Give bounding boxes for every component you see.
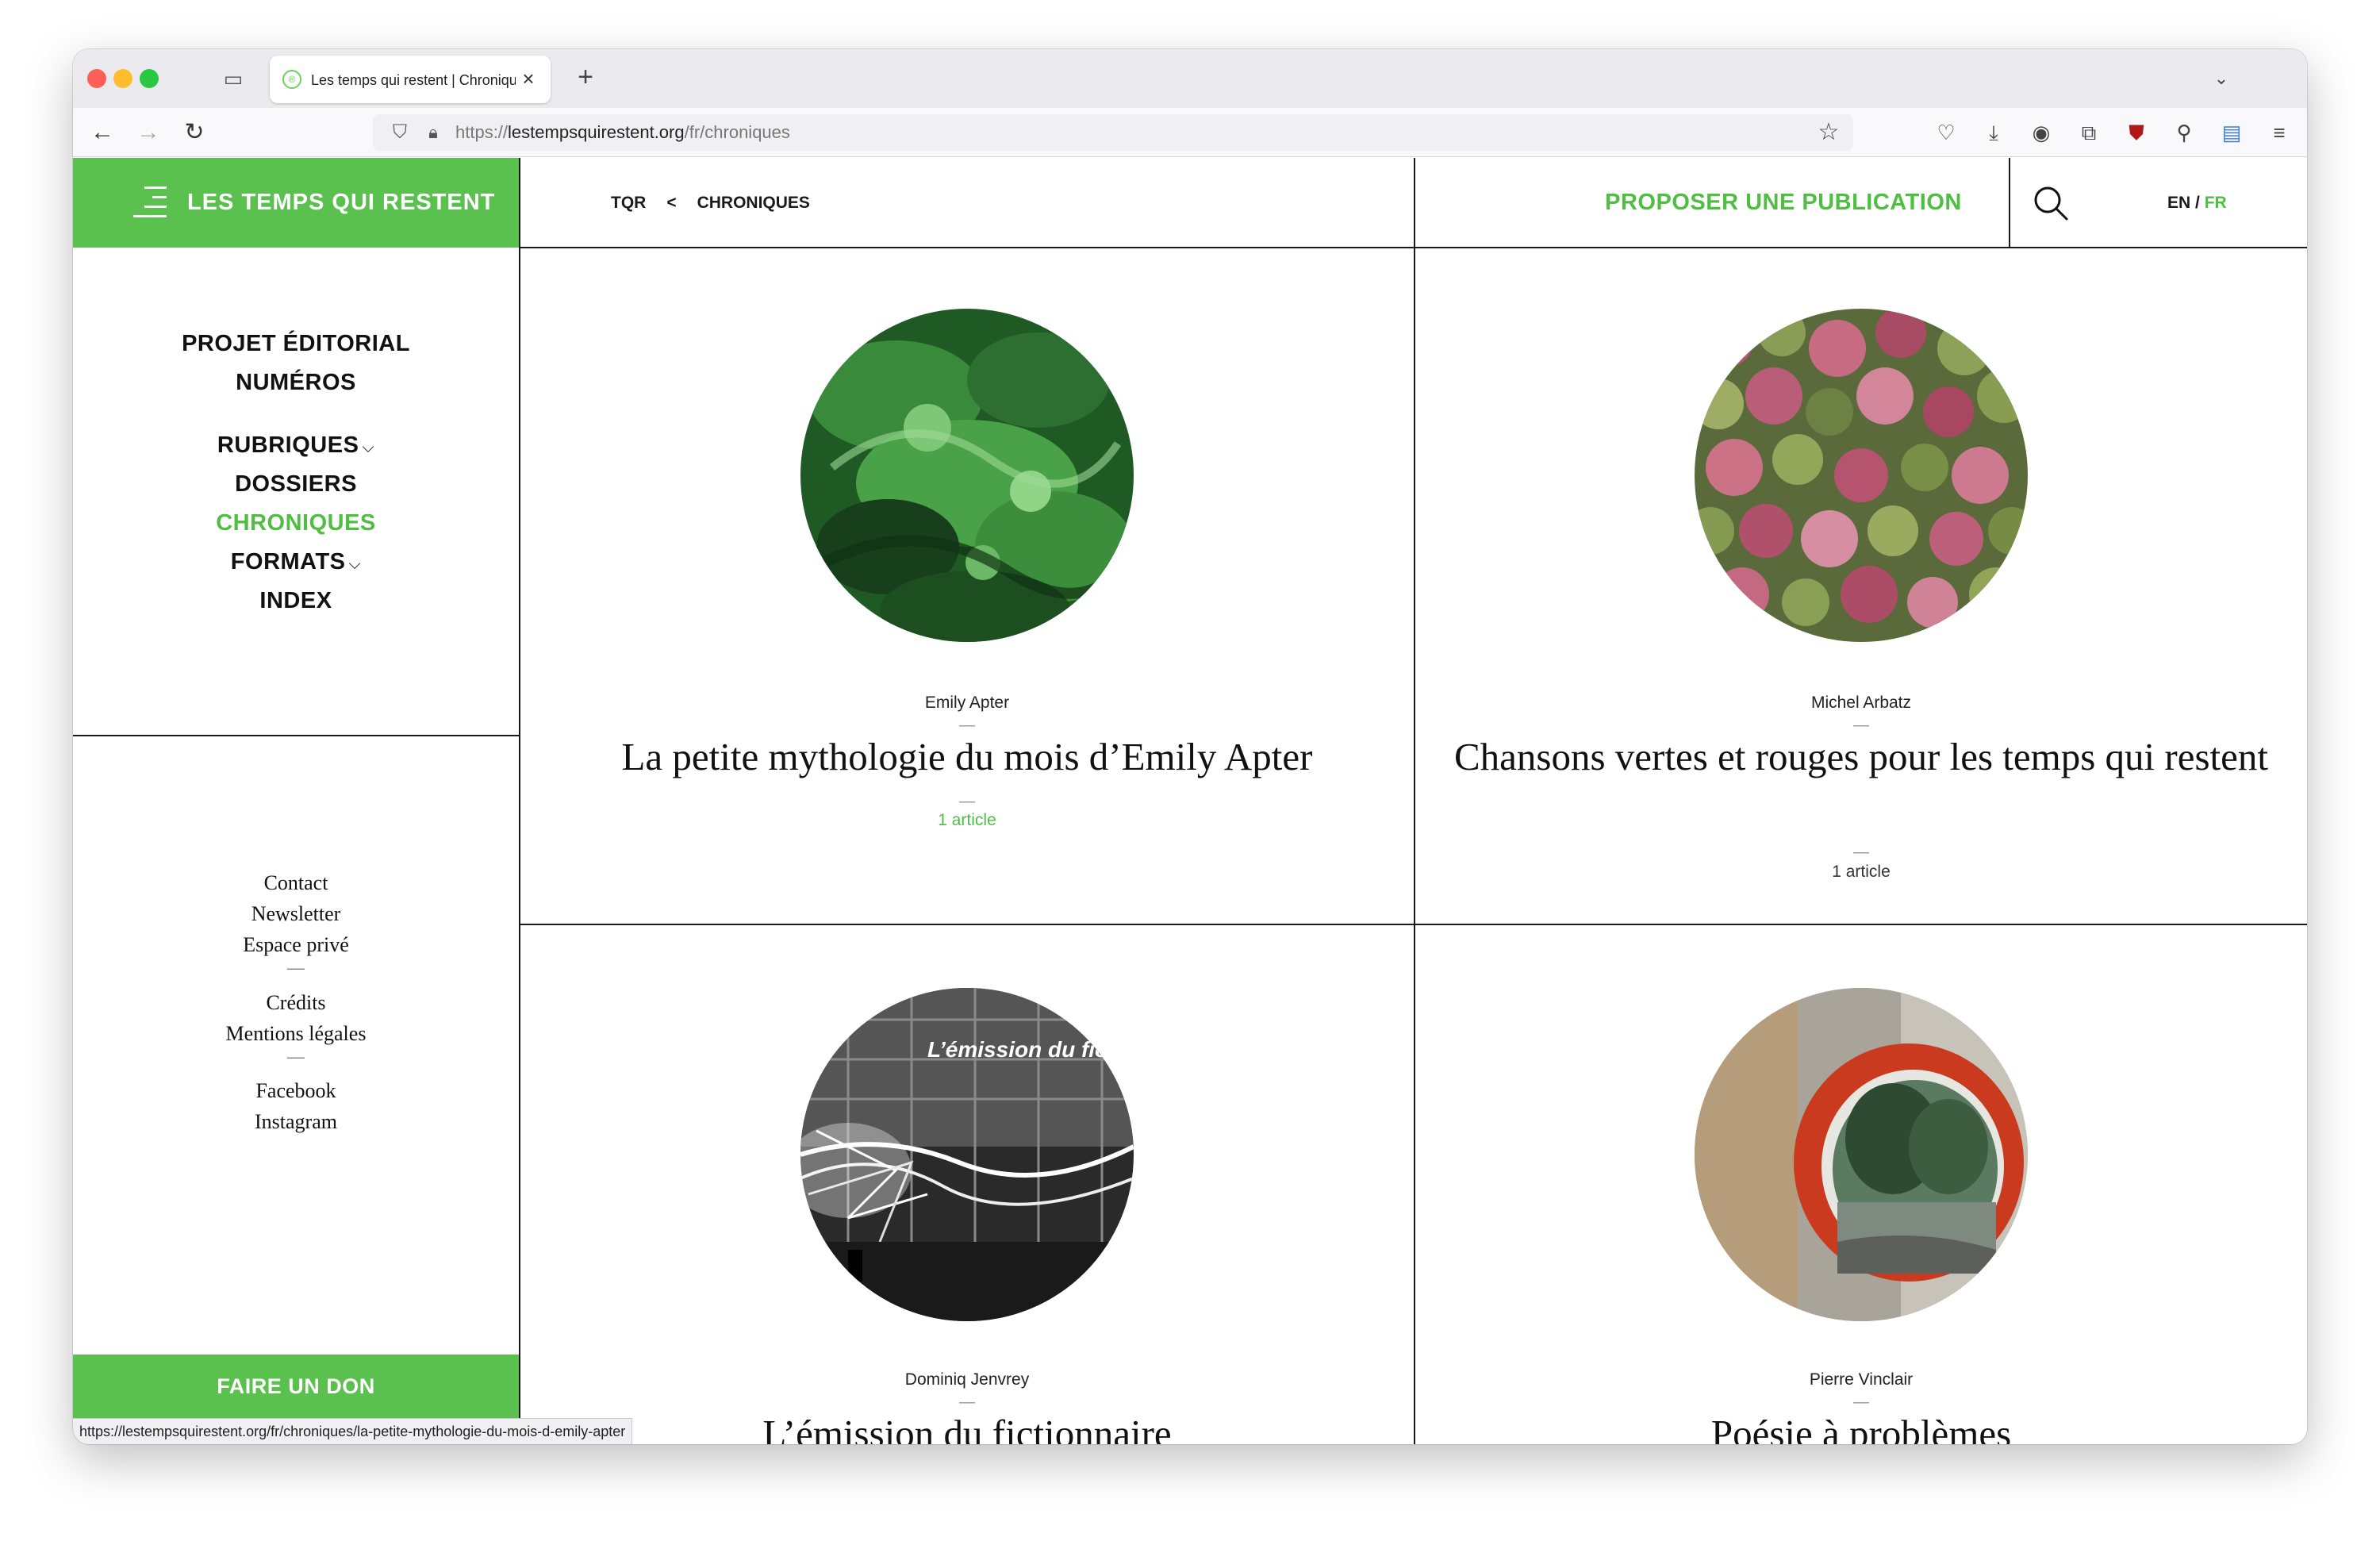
back-arrow-icon[interactable]: ← [87, 117, 117, 148]
nav-dossiers[interactable]: DOSSIERS [73, 467, 519, 501]
site-title[interactable]: LES TEMPS QUI RESTENT [187, 188, 495, 217]
footer-instagram-link[interactable]: Instagram [73, 1107, 519, 1137]
side-navigation: PROJET ÉDITORIAL NUMÉROS RUBRIQUES ⌵ DOSS… [73, 248, 519, 736]
minimize-window-button[interactable] [113, 69, 132, 88]
card-title[interactable]: L’émission du fictionnaire [552, 1408, 1382, 1444]
footer-separator: — [287, 958, 305, 978]
card-author[interactable]: Emily Apter [520, 691, 1414, 715]
nav-index[interactable]: INDEX [73, 584, 519, 617]
breadcrumb-root-link[interactable]: TQR [611, 191, 646, 215]
extensions-icon[interactable]: ⧉ [2075, 119, 2102, 146]
reload-icon[interactable]: ↻ [179, 117, 209, 148]
card-author[interactable]: Pierre Vinclair [1415, 1368, 2307, 1392]
brand-bar[interactable]: LES TEMPS QUI RESTENT [73, 158, 519, 248]
card-author[interactable]: Michel Arbatz [1415, 691, 2307, 715]
lang-separator: / [2190, 194, 2205, 212]
card-image-caption: L’émission du fict [927, 1037, 1115, 1062]
tab-overview-icon[interactable]: ▭ [221, 67, 246, 90]
close-tab-icon[interactable]: × [517, 67, 539, 90]
chronique-card[interactable]: Pierre Vinclair — Poésie à problèmes [1415, 925, 2307, 1444]
forward-arrow-icon[interactable]: → [133, 117, 163, 148]
breadcrumb-separator: < [666, 194, 677, 212]
nav-projet-editorial[interactable]: PROJET ÉDITORIAL [73, 327, 519, 360]
lock-icon[interactable]: 🔒︎ [422, 121, 444, 144]
address-bar[interactable]: ⛉ 🔒︎ https://lestempsquirestent.org/fr/c… [373, 114, 1853, 151]
bookmark-star-icon[interactable]: ☆ [1815, 119, 1842, 146]
close-window-button[interactable] [87, 69, 106, 88]
card-image[interactable]: L’émission du fict [800, 988, 1134, 1321]
card-separator: — [1853, 844, 1869, 861]
new-tab-icon[interactable]: + [571, 63, 600, 92]
status-bar-url: https://lestempsquirestent.org/fr/chroni… [73, 1418, 633, 1444]
browser-window: ▭ ® Les temps qui restent | Chroniques ×… [73, 49, 2307, 1444]
search-extension-icon[interactable]: ⚲ [2171, 119, 2198, 146]
breadcrumb-current: CHRONIQUES [697, 194, 810, 212]
card-title[interactable]: Poésie à problèmes [1447, 1408, 2275, 1444]
card-title[interactable]: La petite mythologie du mois d’Emily Apt… [552, 732, 1382, 782]
chronique-card[interactable]: Michel Arbatz — Chansons vertes et rouge… [1415, 248, 2307, 924]
propose-publication-link[interactable]: PROPOSER UNE PUBLICATION [1485, 158, 2082, 248]
card-article-count[interactable]: 1 article [520, 809, 1414, 832]
menu-icon[interactable]: ≡ [2266, 119, 2293, 146]
card-title[interactable]: Chansons vertes et rouges pour les temps… [1447, 732, 2275, 782]
lang-fr-link[interactable]: FR [2205, 194, 2227, 212]
nav-chroniques[interactable]: CHRONIQUES [73, 506, 519, 540]
nav-rubriques[interactable]: RUBRIQUES ⌵ [73, 428, 519, 462]
hamburger-menu-icon[interactable] [133, 186, 167, 218]
language-switcher: EN / FR [2167, 191, 2227, 215]
reader-icon[interactable]: ▤ [2218, 119, 2245, 146]
card-image[interactable] [1695, 988, 2028, 1321]
navigation-bar: ← → ↻ ⛉ 🔒︎ https://lestempsquirestent.or… [73, 108, 2307, 157]
chevron-down-icon: ⌵ [362, 439, 375, 456]
tab-bar: ▭ ® Les temps qui restent | Chroniques ×… [73, 49, 2307, 108]
ublock-icon[interactable]: ⛊ [2123, 119, 2150, 146]
active-tab[interactable]: ® Les temps qui restent | Chroniques × [270, 56, 551, 103]
card-image[interactable] [800, 309, 1134, 642]
footer-credits-link[interactable]: Crédits [73, 988, 519, 1018]
card-author[interactable]: Dominiq Jenvrey [520, 1368, 1414, 1392]
breadcrumb: TQR < CHRONIQUES [611, 191, 810, 215]
download-icon[interactable]: ⤓ [1980, 119, 2007, 146]
zoom-window-button[interactable] [140, 69, 159, 88]
chevron-down-icon: ⌵ [348, 555, 362, 573]
chevron-down-icon[interactable]: ⌄ [2207, 65, 2236, 92]
footer-contact-link[interactable]: Contact [73, 868, 519, 898]
shield-icon[interactable]: ⛉ [389, 121, 411, 144]
nav-formats[interactable]: FORMATS ⌵ [73, 545, 519, 578]
card-image[interactable] [1695, 309, 2028, 642]
pocket-icon[interactable]: ♡ [1933, 119, 1960, 146]
search-icon[interactable] [2033, 185, 2069, 221]
card-article-count[interactable]: 1 article [1415, 860, 2307, 884]
footer-separator: — [287, 1047, 305, 1066]
card-separator: — [959, 793, 975, 810]
account-icon[interactable]: ◉ [2028, 119, 2055, 146]
url-text[interactable]: https://lestempsquirestent.org/fr/chroni… [455, 121, 790, 144]
chronique-card[interactable]: L’émission du fict Dominiq Jenvrey — L’é… [520, 925, 1414, 1444]
footer-facebook-link[interactable]: Facebook [73, 1076, 519, 1106]
lang-en-link[interactable]: EN [2167, 194, 2190, 212]
page-content: LES TEMPS QUI RESTENT TQR < CHRONIQUES PRO… [73, 158, 2307, 1444]
footer-newsletter-link[interactable]: Newsletter [73, 899, 519, 929]
site-favicon-icon: ® [282, 70, 301, 89]
chronique-card[interactable]: Emily Apter — La petite mythologie du mo… [520, 248, 1414, 924]
tab-title: Les temps qui restent | Chroniques [311, 72, 516, 88]
nav-numeros[interactable]: NUMÉROS [73, 366, 519, 399]
